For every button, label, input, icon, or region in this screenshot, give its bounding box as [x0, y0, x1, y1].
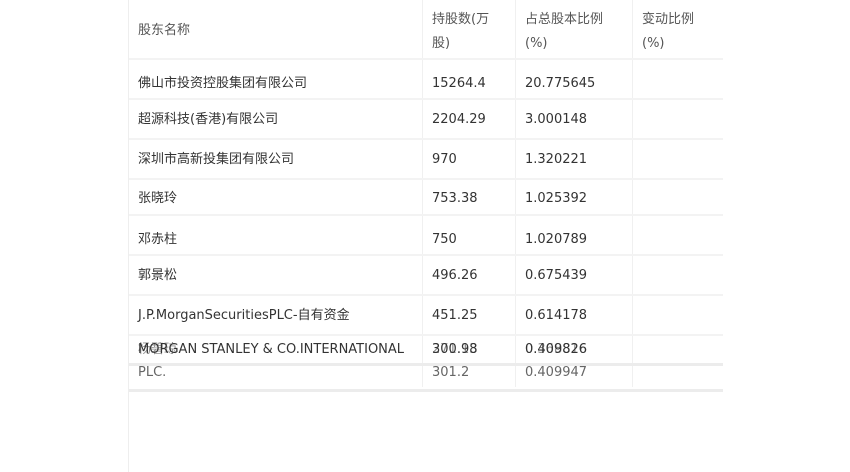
cell-ratio: 20.775645: [515, 60, 632, 98]
table-row: 深圳市高新投集团有限公司 970 1.320221: [129, 140, 723, 180]
cell-ratio: 1.320221: [515, 140, 632, 178]
header-name: 股东名称: [138, 23, 191, 38]
cell-change: [632, 140, 723, 178]
header-ratio: 占总股本比例 (%): [515, 0, 632, 58]
cell-name: 超源科技(香港)有限公司: [138, 112, 279, 127]
cell-change: [632, 296, 723, 334]
overlapping-name: 杨碧琼: [138, 342, 178, 357]
cell-ratio: 0.409947: [515, 366, 632, 387]
cell-change: [632, 366, 723, 387]
table-row: 郭景松 496.26 0.675439: [129, 256, 723, 296]
cell-change: [632, 216, 723, 254]
cell-name: MORGAN STANLEY & CO.INTERNATIONAL 杨碧琼: [129, 336, 422, 363]
cell-ratio: 0.675439: [515, 256, 632, 294]
shareholder-table-panel: 股东名称 持股数(万 股) 占总股本比例 (%) 变动比例 (%) 佛山市投资控…: [128, 0, 723, 472]
cell-change: [632, 336, 723, 363]
cell-name: 张晓玲: [138, 191, 178, 206]
table-row: 张晓玲 753.38 1.025392: [129, 180, 723, 216]
cell-ratio: 1.020789: [515, 216, 632, 254]
cell-shares: 496.26: [422, 256, 515, 294]
cell-name: 郭景松: [138, 268, 178, 283]
header-shares: 持股数(万 股): [422, 0, 515, 58]
cell-shares: 753.38: [422, 180, 515, 214]
cell-name: J.P.MorganSecuritiesPLC-自有资金: [138, 308, 350, 323]
table-row: 邓赤柱 750 1.020789: [129, 216, 723, 256]
cell-shares: 300.98 271.13: [422, 336, 515, 363]
cell-name: 佛山市投资控股集团有限公司: [138, 76, 308, 91]
cell-name: PLC.: [138, 366, 167, 380]
cell-shares: 970: [422, 140, 515, 178]
cell-ratio: 0.409826 0.368816: [515, 336, 632, 363]
cell-name: 深圳市高新投集团有限公司: [138, 152, 295, 167]
cell-ratio: 1.025392: [515, 180, 632, 214]
table-row: J.P.MorganSecuritiesPLC-自有资金 451.25 0.61…: [129, 296, 723, 336]
cell-shares: 2204.29: [422, 100, 515, 138]
table-row: MORGAN STANLEY & CO.INTERNATIONAL 杨碧琼 30…: [129, 336, 723, 366]
cell-ratio: 3.000148: [515, 100, 632, 138]
cell-change: [632, 180, 723, 214]
cell-change: [632, 60, 723, 98]
cell-shares: 750: [422, 216, 515, 254]
cell-name: 邓赤柱: [138, 232, 178, 247]
table-header-row: 股东名称 持股数(万 股) 占总股本比例 (%) 变动比例 (%): [129, 0, 723, 60]
cell-ratio: 0.614178: [515, 296, 632, 334]
table-row: 超源科技(香港)有限公司 2204.29 3.000148: [129, 100, 723, 140]
cell-shares: 301.2: [422, 366, 515, 387]
table-row-partial: PLC. 301.2 0.409947: [129, 366, 723, 392]
overlapping-ratio: 0.368816: [525, 342, 588, 357]
header-change: 变动比例 (%): [632, 0, 723, 58]
cell-change: [632, 256, 723, 294]
table-row: 佛山市投资控股集团有限公司 15264.4 20.775645: [129, 60, 723, 100]
cell-shares: 451.25: [422, 296, 515, 334]
overlapping-shares: 271.13: [432, 342, 478, 357]
cell-change: [632, 100, 723, 138]
cell-shares: 15264.4: [422, 60, 515, 98]
